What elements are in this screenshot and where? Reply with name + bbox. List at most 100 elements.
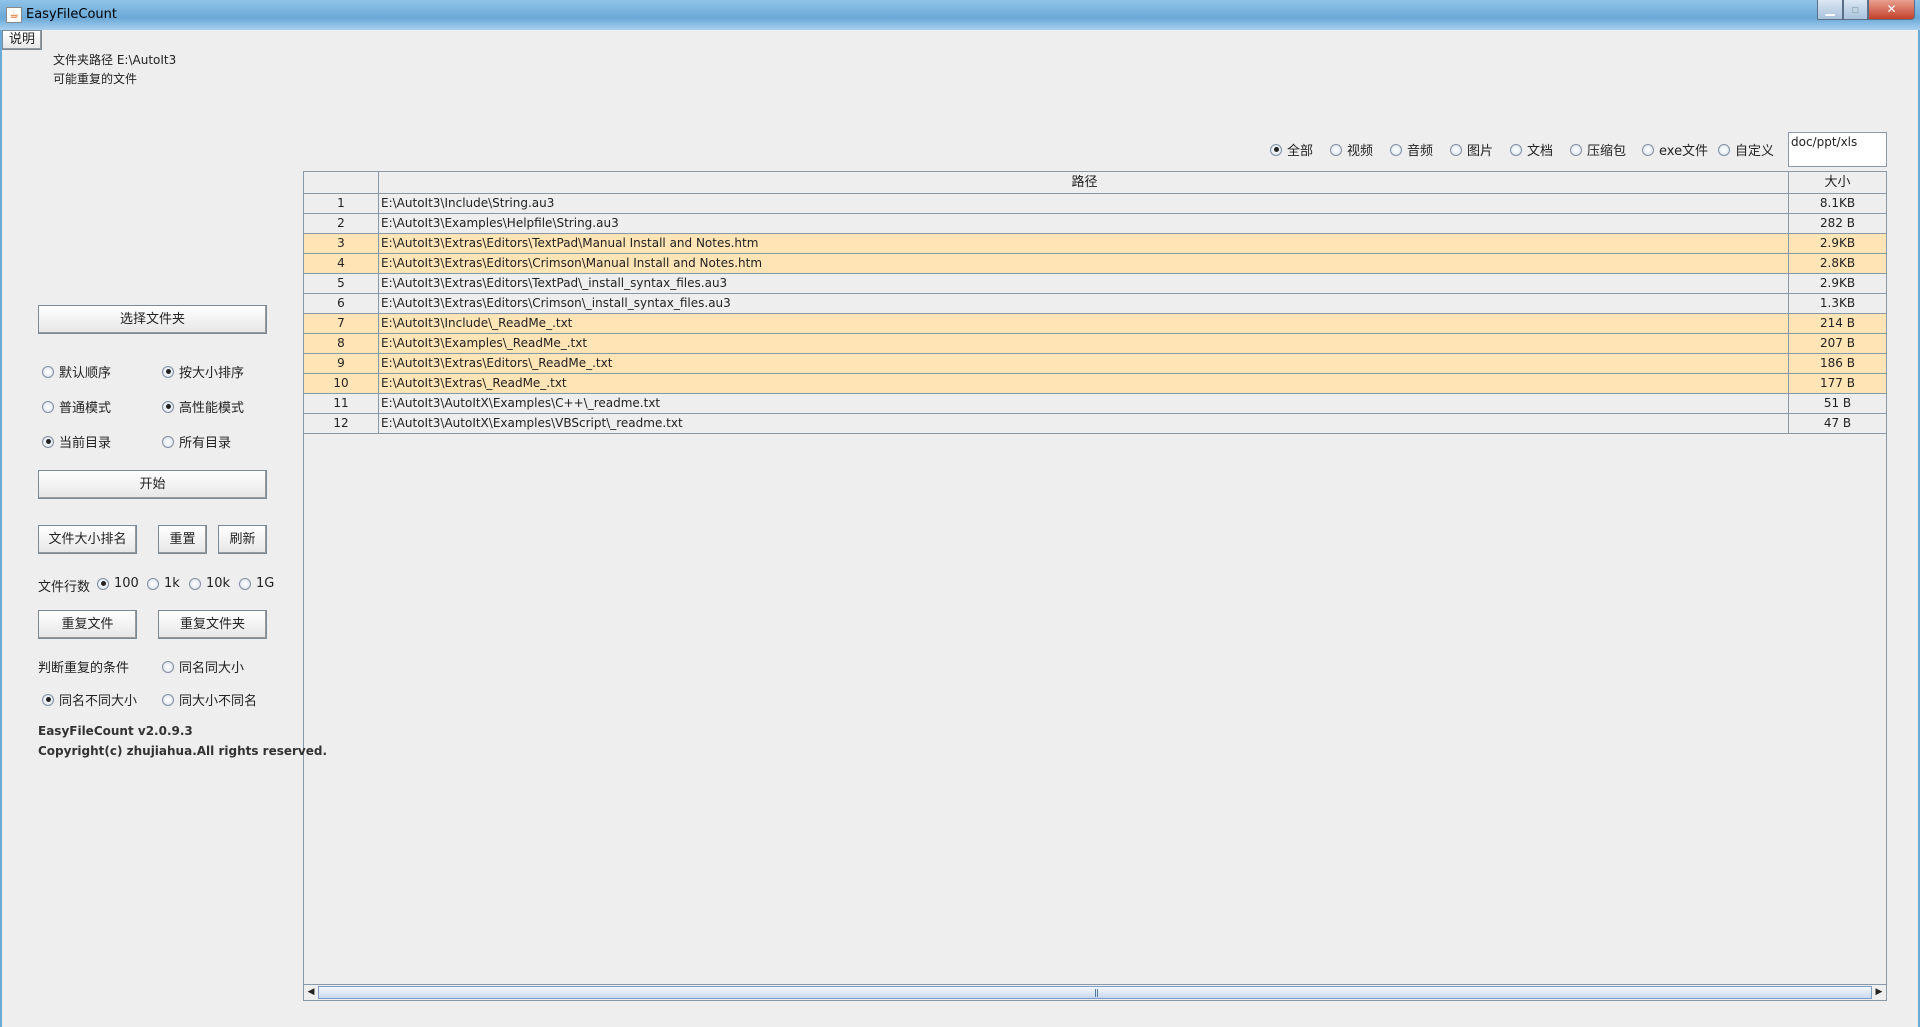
row-size: 207 B [1820, 336, 1855, 350]
duplicate-files-button[interactable]: 重复文件 [38, 610, 137, 639]
horizontal-scrollbar[interactable]: ◀ ▶ [304, 984, 1886, 1000]
folder-path-line: 文件夹路径 E:\AutoIt3 [53, 51, 176, 68]
table-header: 路径 大小 [304, 172, 1886, 194]
size-rank-button[interactable]: 文件大小排名 [38, 525, 137, 554]
row-index: 3 [304, 234, 379, 253]
row-path: E:\AutoIt3\Examples\_ReadMe_.txt [379, 334, 1789, 353]
table-row[interactable]: 12 E:\AutoIt3\AutoItX\Examples\VBScript\_… [304, 414, 1886, 434]
header-index[interactable] [304, 172, 379, 193]
radio-label: 音频 [1407, 144, 1434, 159]
radio-label: 同名同大小 [179, 661, 245, 676]
table-row[interactable]: 3 E:\AutoIt3\Extras\Editors\TextPad\Manua… [304, 234, 1886, 254]
maximize-button[interactable]: ▫ [1843, 0, 1868, 20]
radio-type-0[interactable]: 全部 [1270, 140, 1313, 159]
radio-type-2[interactable]: 音频 [1390, 140, 1433, 159]
row-size: 2.9KB [1819, 276, 1856, 290]
radio-rows-1k[interactable]: 1k [147, 576, 180, 591]
row-size: 1.3KB [1819, 296, 1856, 310]
radio-same-size-diff-name[interactable]: 同大小不同名 [162, 690, 257, 709]
radio-mode-normal[interactable]: 普通模式 [42, 397, 111, 416]
window-title: EasyFileCount [26, 7, 118, 22]
row-path: E:\AutoIt3\Extras\Editors\TextPad\_insta… [379, 274, 1789, 293]
radio-label: 100 [114, 576, 139, 591]
radio-label: 所有目录 [179, 436, 232, 451]
radio-sort-default[interactable]: 默认顺序 [42, 362, 111, 381]
refresh-button[interactable]: 刷新 [218, 525, 267, 554]
radio-label: 按大小排序 [179, 366, 245, 381]
radio-type-1[interactable]: 视频 [1330, 140, 1373, 159]
radio-type-5[interactable]: 压缩包 [1570, 140, 1626, 159]
table-row[interactable]: 8 E:\AutoIt3\Examples\_ReadMe_.txt 207 B [304, 334, 1886, 354]
radio-dir-current[interactable]: 当前目录 [42, 432, 111, 451]
result-label: 可能重复的文件 [53, 72, 138, 86]
row-size: 2.9KB [1819, 236, 1856, 250]
radio-icon [239, 577, 251, 590]
custom-filter-input[interactable]: doc/ppt/xls [1788, 132, 1887, 167]
radio-type-3[interactable]: 图片 [1450, 140, 1493, 159]
row-index: 10 [304, 374, 379, 393]
radio-label: 同大小不同名 [179, 694, 258, 709]
radio-label: 当前目录 [59, 436, 112, 451]
radio-label: exe文件 [1659, 144, 1709, 159]
table-row[interactable]: 5 E:\AutoIt3\Extras\Editors\TextPad\_inst… [304, 274, 1886, 294]
radio-dir-all[interactable]: 所有目录 [162, 432, 231, 451]
condition-label: 判断重复的条件 [38, 661, 130, 676]
row-path: E:\AutoIt3\Extras\Editors\TextPad\Manual… [379, 234, 1789, 253]
row-path: E:\AutoIt3\Extras\_ReadMe_.txt [379, 374, 1789, 393]
radio-type-4[interactable]: 文档 [1510, 140, 1553, 159]
radio-rows-1g[interactable]: 1G [239, 576, 274, 591]
radio-rows-100[interactable]: 100 [97, 576, 139, 591]
row-index: 12 [304, 414, 379, 433]
scroll-right-icon[interactable]: ▶ [1872, 985, 1886, 1000]
radio-icon [1570, 143, 1582, 156]
row-size: 214 B [1820, 316, 1855, 330]
start-button[interactable]: 开始 [38, 470, 267, 499]
row-size: 177 B [1820, 376, 1855, 390]
radio-icon [42, 365, 54, 378]
radio-icon [1718, 143, 1730, 156]
table-row[interactable]: 10 E:\AutoIt3\Extras\_ReadMe_.txt 177 B [304, 374, 1886, 394]
row-index: 5 [304, 274, 379, 293]
radio-same-name-size[interactable]: 同名同大小 [162, 657, 244, 676]
radio-label: 1k [164, 576, 180, 591]
grip-icon [1095, 989, 1098, 997]
row-size: 186 B [1820, 356, 1855, 370]
minimize-button[interactable]: ▁ [1817, 0, 1843, 20]
table-row[interactable]: 9 E:\AutoIt3\Extras\Editors\_ReadMe_.txt 1… [304, 354, 1886, 374]
help-button[interactable]: 说明 [2, 30, 42, 50]
duplicate-folders-button[interactable]: 重复文件夹 [158, 610, 267, 639]
radio-icon [1450, 143, 1462, 156]
radio-label: 普通模式 [59, 401, 112, 416]
copyright-text: Copyright(c) zhujiahua.All rights reserv… [38, 744, 328, 758]
row-size: 51 B [1823, 396, 1852, 410]
row-path: E:\AutoIt3\AutoItX\Examples\C++\_readme.… [379, 394, 1789, 413]
radio-same-name-diff-size[interactable]: 同名不同大小 [42, 690, 137, 709]
table-row[interactable]: 7 E:\AutoIt3\Include\_ReadMe_.txt 214 B [304, 314, 1886, 334]
table-row[interactable]: 1 E:\AutoIt3\Include\String.au3 8.1KB [304, 194, 1886, 214]
scroll-left-icon[interactable]: ◀ [304, 985, 318, 1000]
table-row[interactable]: 11 E:\AutoIt3\AutoItX\Examples\C++\_readm… [304, 394, 1886, 414]
close-button[interactable]: ✕ [1868, 0, 1915, 20]
radio-label: 默认顺序 [59, 366, 112, 381]
reset-button[interactable]: 重置 [158, 525, 207, 554]
radio-checked-icon [97, 577, 109, 590]
table-row[interactable]: 2 E:\AutoIt3\Examples\Helpfile\String.au3… [304, 214, 1886, 234]
radio-mode-fast[interactable]: 高性能模式 [162, 397, 244, 416]
select-folder-button[interactable]: 选择文件夹 [38, 305, 267, 334]
radio-type-6[interactable]: exe文件 [1642, 140, 1708, 159]
radio-label: 视频 [1347, 144, 1374, 159]
table-row[interactable]: 4 E:\AutoIt3\Extras\Editors\Crimson\Manua… [304, 254, 1886, 274]
radio-label: 全部 [1287, 144, 1314, 159]
rows-label: 文件行数 [38, 580, 91, 595]
radio-label: 10k [206, 576, 231, 591]
radio-label: 文档 [1527, 144, 1554, 159]
header-size[interactable]: 大小 [1789, 172, 1886, 193]
radio-icon [162, 660, 174, 673]
header-path[interactable]: 路径 [379, 172, 1789, 193]
radio-rows-10k[interactable]: 10k [189, 576, 230, 591]
table-row[interactable]: 6 E:\AutoIt3\Extras\Editors\Crimson\_inst… [304, 294, 1886, 314]
radio-sort-size[interactable]: 按大小排序 [162, 362, 244, 381]
radio-type-7[interactable]: 自定义 [1718, 140, 1774, 159]
radio-checked-icon [42, 435, 54, 448]
scroll-thumb[interactable] [318, 986, 1872, 999]
